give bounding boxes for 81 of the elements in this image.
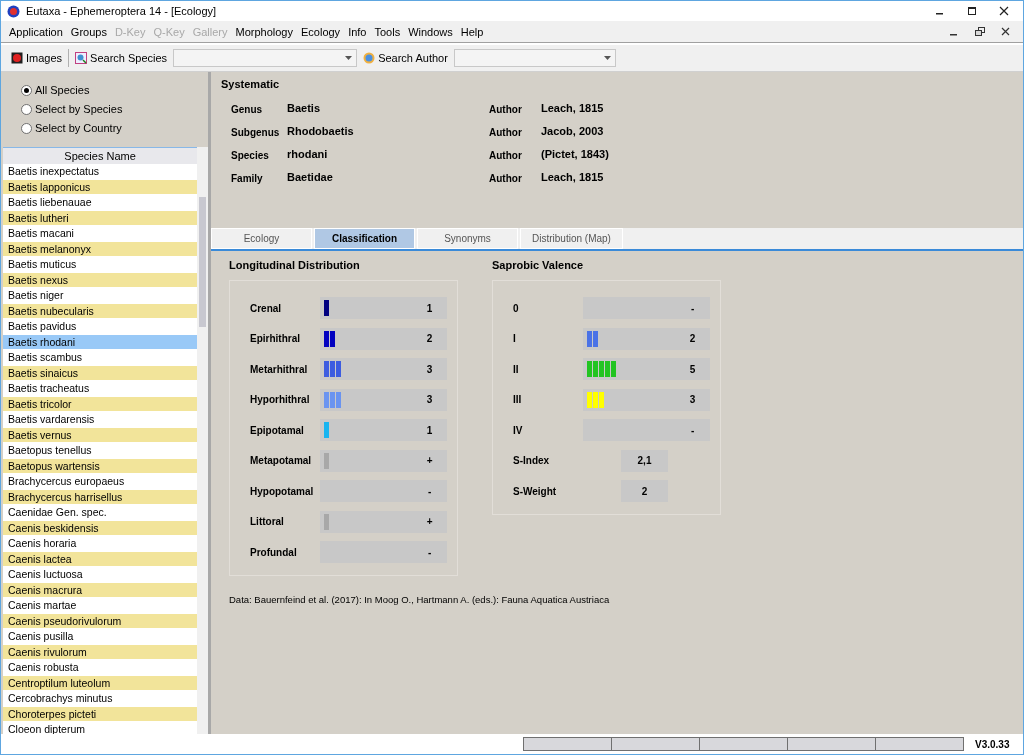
dropdown-arrow-icon <box>345 56 353 60</box>
bar-value: 2 <box>425 333 434 344</box>
tab[interactable]: Classification <box>314 228 415 249</box>
radio-option[interactable]: Select by Species <box>21 101 208 117</box>
field-label: Author <box>489 126 523 138</box>
section-title: Saprobic Valence <box>492 259 585 271</box>
tab[interactable]: Synonyms <box>417 228 518 249</box>
radio-button[interactable] <box>21 103 32 115</box>
field-label: Author <box>489 149 523 161</box>
row-label: 0 <box>513 302 520 314</box>
menu-item[interactable]: Tools <box>370 25 405 38</box>
field-value: Leach, 1815 <box>541 171 605 184</box>
row-label: Profundal <box>250 546 298 558</box>
menu-item[interactable]: Windows <box>404 25 457 38</box>
row-label: Hyporhithral <box>250 394 311 405</box>
row-label: Littoral <box>250 516 285 527</box>
menu-item[interactable]: Info <box>344 25 371 38</box>
field-value: Leach, 1815 <box>541 102 605 115</box>
field-value: Baetis <box>287 102 322 115</box>
field-value: Rhodobaetis <box>287 125 355 138</box>
row-label: Epipotamal <box>250 424 305 436</box>
row-label: I <box>513 333 517 344</box>
index-value: 2 <box>621 480 668 502</box>
bar-value: - <box>426 485 433 497</box>
tab[interactable]: Distribution (Map) <box>520 228 623 249</box>
bar-value: 1 <box>425 424 434 436</box>
field-value: (Pictet, 1843) <box>541 148 610 161</box>
row-label: Hypopotamal <box>250 485 315 497</box>
row-label: Crenal <box>250 302 283 314</box>
bar-value: 3 <box>425 363 434 375</box>
bar-value: 2 <box>688 333 697 344</box>
app-logo-icon <box>7 4 20 18</box>
scrollbar[interactable] <box>197 147 208 734</box>
radio-option[interactable]: Select by Country <box>21 120 208 136</box>
search-species-button[interactable]: Search Species <box>73 51 170 65</box>
bar-value: - <box>689 424 696 436</box>
menu-item[interactable]: Morphology <box>231 25 297 38</box>
row-label: Metarhithral <box>250 363 309 375</box>
index-value: 2,1 <box>621 449 668 472</box>
field-label: Species <box>231 149 270 161</box>
tab[interactable]: Ecology <box>211 228 312 249</box>
field-value: Baetidae <box>287 171 334 184</box>
bar-value: - <box>689 302 696 314</box>
radio-option[interactable]: All Species <box>21 82 208 98</box>
source-note: Data: Bauernfeind et al. (2017): In Moog O., Hartmann A. (eds.): Fauna Aquatica Austriaca <box>229 594 611 605</box>
bar-value: 3 <box>688 394 697 405</box>
bar-value: 3 <box>425 394 434 405</box>
search-icon <box>75 52 88 64</box>
bar-value: + <box>425 516 434 527</box>
section-title: Longitudinal Distribution <box>229 259 361 271</box>
row-label: S-Weight <box>513 485 558 497</box>
row-label: III <box>513 394 523 405</box>
menu-item[interactable]: Application <box>5 25 67 38</box>
field-label: Subgenus <box>231 126 281 138</box>
field-label: Genus <box>231 103 264 115</box>
row-label: S-Index <box>513 455 551 466</box>
bar-value: 5 <box>688 363 697 375</box>
section-title: Systematic <box>221 78 281 90</box>
row-label: II <box>513 363 520 375</box>
bar-value: 1 <box>425 302 434 314</box>
field-label: Family <box>231 172 264 184</box>
field-label: Author <box>489 103 523 115</box>
search-author-button[interactable]: Search Author <box>361 51 450 65</box>
row-label: Epirhithral <box>250 333 301 344</box>
menu-item[interactable]: Ecology <box>297 25 345 38</box>
field-value: rhodani <box>287 148 329 161</box>
column-header[interactable]: Species Name <box>3 147 198 164</box>
radio-button[interactable] <box>21 122 32 134</box>
row-label: Metapotamal <box>250 455 313 466</box>
images-button[interactable]: Images <box>9 51 65 65</box>
menu-item[interactable]: Help <box>456 25 488 38</box>
dropdown-arrow-icon <box>603 56 611 60</box>
version-label: V3.0.33 <box>975 738 1010 750</box>
field-label: Author <box>489 172 523 184</box>
menu-item[interactable]: Groups <box>66 25 111 38</box>
window-title: Eutaxa - Ephemeroptera 14 - [Ecology] <box>26 5 218 17</box>
row-label: IV <box>513 424 524 436</box>
radio-button[interactable] <box>21 84 32 96</box>
bar-value: - <box>426 546 433 558</box>
field-value: Jacob, 2003 <box>541 125 605 138</box>
bar-value: + <box>425 455 434 466</box>
